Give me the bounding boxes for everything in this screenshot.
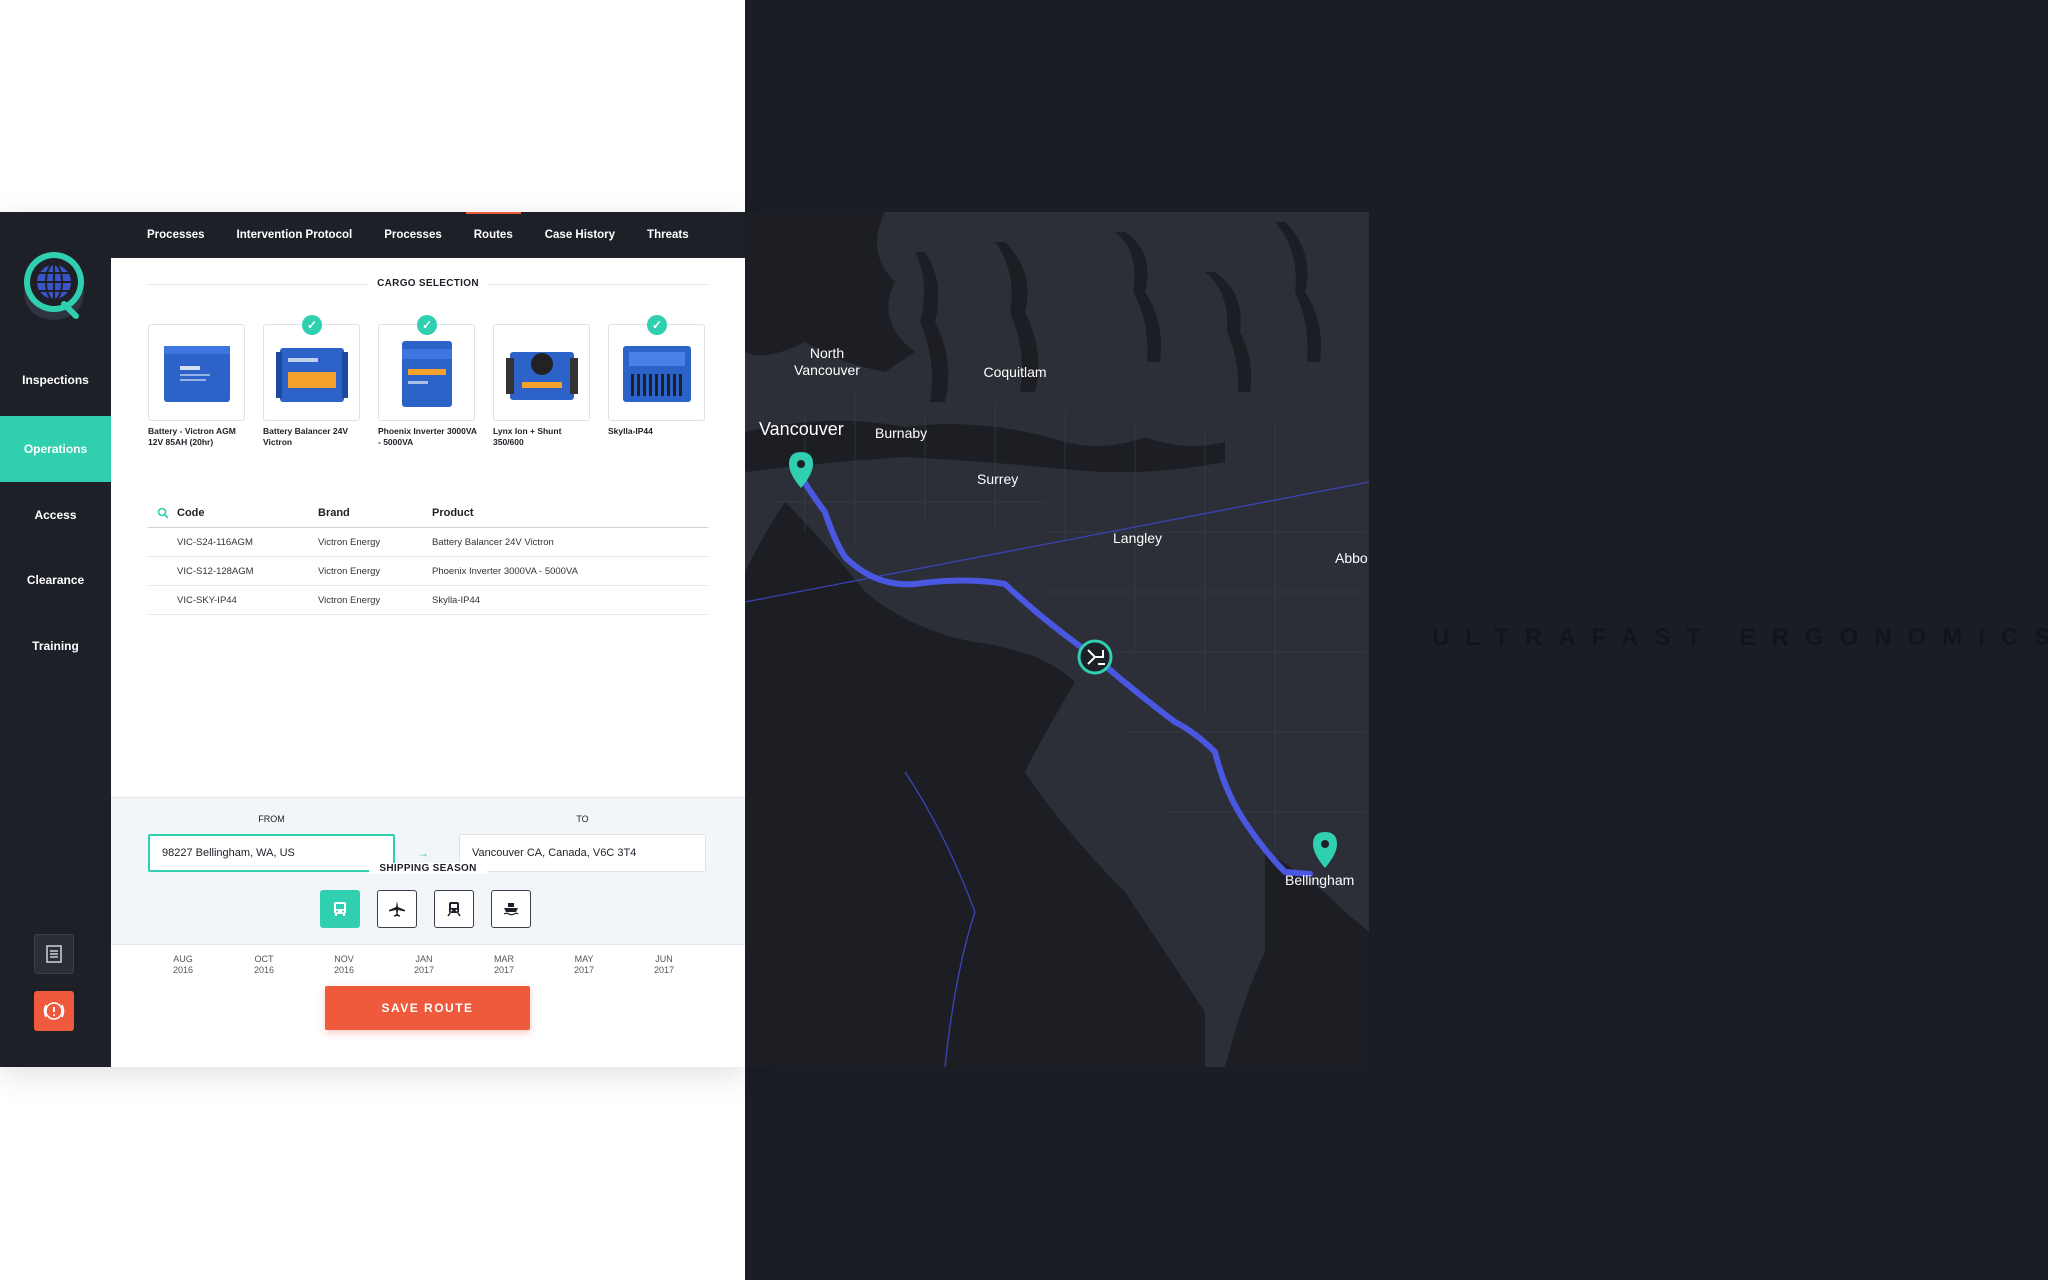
- map-label-coquitlam: Coquitlam: [983, 364, 1047, 380]
- table-row[interactable]: VIC-S12-128AGM Victron Energy Phoenix In…: [148, 557, 708, 586]
- to-label: TO: [576, 814, 589, 824]
- ship-icon: [503, 903, 519, 916]
- tick-label: AUG 2016: [172, 954, 194, 975]
- top-tabs: Processes Intervention Protocol Processe…: [111, 212, 745, 258]
- cargo-title-text: CARGO SELECTION: [367, 278, 489, 289]
- table-search-button[interactable]: [148, 507, 177, 519]
- sidebar-item-inspections[interactable]: Inspections: [0, 347, 111, 413]
- tab-threats[interactable]: Threats: [631, 212, 705, 258]
- mode-plane-button[interactable]: [377, 890, 417, 928]
- cargo-card[interactable]: [493, 324, 590, 421]
- documents-button[interactable]: [34, 934, 74, 974]
- check-icon: ✓: [302, 315, 322, 335]
- tab-processes-2[interactable]: Processes: [368, 212, 458, 258]
- cargo-label: Battery - Victron AGM 12V 85AH (20hr): [148, 426, 236, 447]
- map-label-surrey: Surrey: [977, 471, 1019, 487]
- emergency-button[interactable]: [34, 991, 74, 1031]
- mode-bus-button[interactable]: [320, 890, 360, 928]
- map-canvas: [745, 212, 1369, 1067]
- cargo-section-title: CARGO SELECTION: [148, 278, 708, 289]
- check-icon: ✓: [647, 315, 667, 335]
- cell-brand: Victron Energy: [318, 536, 381, 548]
- tab-case-history[interactable]: Case History: [529, 212, 631, 258]
- cargo-label: Phoenix Inverter 3000VA - 5000VA: [378, 426, 477, 447]
- map-label-bellingham: Bellingham: [1285, 872, 1355, 888]
- map-label-north-vancouver: North Vancouver: [794, 345, 860, 378]
- phoenix-inverter-product-icon: [401, 340, 452, 407]
- search-icon: [157, 507, 169, 519]
- bus-icon: [334, 902, 346, 916]
- cell-brand: Victron Energy: [318, 565, 381, 577]
- cell-code: VIC-S12-128AGM: [177, 565, 254, 577]
- tick-label: MAR 2017: [493, 954, 515, 975]
- cargo-card[interactable]: [148, 324, 245, 421]
- arrow-right-icon: →: [417, 846, 429, 860]
- sidebar-item-clearance[interactable]: Clearance: [0, 547, 111, 613]
- tick-label: NOV 2016: [333, 954, 355, 975]
- battery-balancer-product-icon: [275, 347, 348, 402]
- from-label: FROM: [258, 814, 285, 824]
- mode-ship-button[interactable]: [491, 890, 531, 928]
- map-label-abbo: Abbo: [1335, 550, 1368, 566]
- tick-label: JUN 2017: [653, 954, 675, 975]
- train-icon: [447, 902, 461, 917]
- battery-product-icon: [163, 345, 230, 402]
- cargo-label: Skylla-IP44: [608, 426, 653, 436]
- cell-product: Phoenix Inverter 3000VA - 5000VA: [432, 565, 578, 577]
- cell-product: Battery Balancer 24V Victron: [432, 536, 554, 548]
- skylla-product-icon: [622, 345, 691, 402]
- sidebar-item-access[interactable]: Access: [0, 482, 111, 548]
- cargo-label: Battery Balancer 24V Victron: [263, 426, 349, 447]
- map-label-langley: Langley: [1113, 530, 1163, 546]
- cargo-card[interactable]: ✓: [608, 315, 705, 421]
- main-content: CARGO SELECTION ✓ ✓ ✓ Battery - Victron …: [111, 258, 745, 1067]
- cargo-card[interactable]: ✓: [263, 315, 360, 421]
- map-label-burnaby: Burnaby: [875, 425, 928, 441]
- sidebar-item-label: Training: [32, 639, 79, 653]
- document-icon: [46, 945, 62, 963]
- customs-checkpoint-icon: [1077, 639, 1113, 675]
- from-input[interactable]: 98227 Bellingham, WA, US: [148, 834, 395, 872]
- cell-code: VIC-SKY-IP44: [177, 594, 237, 606]
- table-header: Code Brand Product: [148, 498, 708, 528]
- table-row[interactable]: VIC-S24-116AGM Victron Energy Battery Ba…: [148, 528, 708, 557]
- tick-label: MAY 2017: [573, 954, 595, 975]
- cell-code: VIC-S24-116AGM: [177, 536, 253, 548]
- sidebar-item-label: Inspections: [22, 373, 89, 387]
- tab-intervention-protocol[interactable]: Intervention Protocol: [221, 212, 369, 258]
- globe-logo-icon[interactable]: [18, 246, 90, 324]
- season-title-text: SHIPPING SEASON: [369, 863, 487, 874]
- sidebar-item-operations[interactable]: Operations: [0, 416, 111, 482]
- cell-product: Skylla-IP44: [432, 594, 481, 606]
- column-header-code[interactable]: Code: [177, 507, 318, 519]
- sidebar: Inspections Operations Access Clearance …: [0, 212, 111, 1067]
- column-header-product[interactable]: Product: [432, 507, 708, 519]
- plane-icon: [389, 901, 405, 917]
- tab-routes[interactable]: Routes: [458, 212, 529, 258]
- tagline: ULTRAFAST ERGONOMICS: [1432, 624, 2048, 651]
- tick-label: OCT 2016: [253, 954, 275, 975]
- mode-train-button[interactable]: [434, 890, 474, 928]
- table-row[interactable]: VIC-SKY-IP44 Victron Energy Skylla-IP44: [148, 586, 708, 615]
- route-map[interactable]: North Vancouver Coquitlam Vancouver Burn…: [745, 212, 1369, 1067]
- cell-brand: Victron Energy: [318, 594, 381, 606]
- sidebar-item-label: Operations: [23, 442, 88, 456]
- save-route-button[interactable]: SAVE ROUTE: [325, 986, 530, 1030]
- sidebar-item-label: Access: [34, 508, 77, 522]
- sidebar-item-training[interactable]: Training: [0, 613, 111, 679]
- tick-label: JAN 2017: [413, 954, 435, 975]
- tab-processes[interactable]: Processes: [131, 212, 221, 258]
- sidebar-item-label: Clearance: [26, 573, 85, 587]
- map-label-vancouver: Vancouver: [759, 419, 844, 439]
- cargo-card[interactable]: ✓: [378, 315, 475, 421]
- check-icon: ✓: [417, 315, 437, 335]
- cargo-label: Lynx Ion + Shunt 350/600: [493, 426, 562, 447]
- to-input[interactable]: Vancouver CA, Canada, V6C 3T4: [459, 834, 706, 872]
- alert-icon: [43, 1002, 65, 1020]
- column-header-brand[interactable]: Brand: [318, 507, 432, 519]
- lynx-ion-product-icon: [505, 351, 578, 400]
- cargo-table: Code Brand Product VIC-S24-116AGM Victro…: [148, 498, 708, 615]
